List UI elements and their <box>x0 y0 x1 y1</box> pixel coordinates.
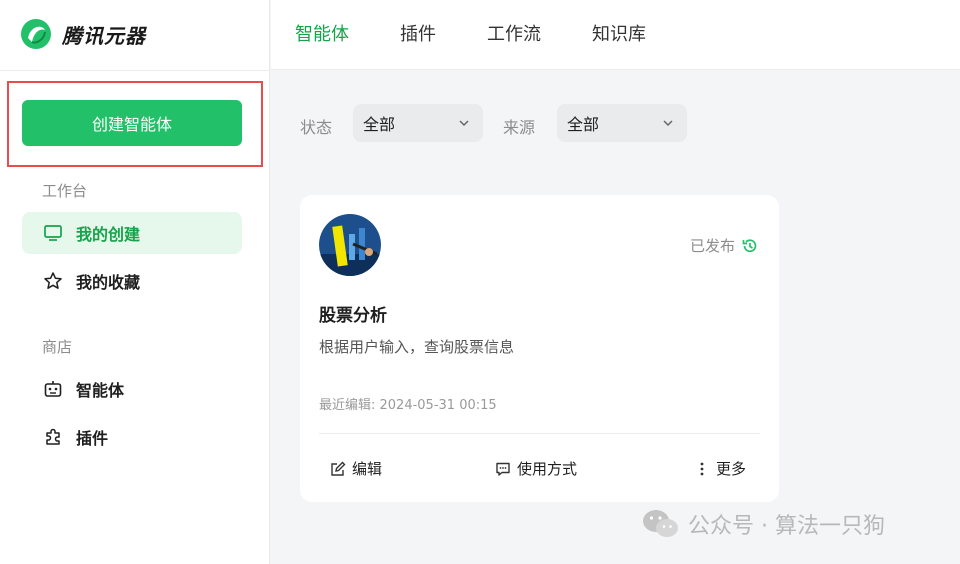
tab-agents[interactable]: 智能体 <box>295 20 349 46</box>
robot-icon <box>42 378 64 400</box>
sidebar-item-plugins[interactable]: 插件 <box>22 416 242 458</box>
sidebar-item-my-creations[interactable]: 我的创建 <box>22 212 242 254</box>
app-logo[interactable]: 腾讯元器 <box>20 16 146 52</box>
watermark: 公众号 · 算法一只狗 <box>642 508 885 540</box>
watermark-text: 公众号 · 算法一只狗 <box>688 514 885 539</box>
history-icon[interactable] <box>741 237 759 255</box>
more-vertical-icon <box>700 462 704 475</box>
usage-button[interactable]: 使用方式 <box>495 458 577 479</box>
more-button[interactable]: 更多 <box>694 458 746 479</box>
agent-title: 股票分析 <box>319 306 387 326</box>
tab-workflows[interactable]: 工作流 <box>487 20 541 46</box>
message-icon <box>496 462 510 476</box>
app-logo-icon <box>21 19 51 49</box>
create-agent-button[interactable]: 创建智能体 <box>22 100 242 146</box>
card-divider <box>319 433 760 434</box>
last-edited-time: 最近编辑: 2024-05-31 00:15 <box>319 398 497 413</box>
sidebar-item-my-favorites[interactable]: 我的收藏 <box>22 260 242 302</box>
sidebar-item-label: 智能体 <box>76 381 125 400</box>
star-icon <box>42 270 64 292</box>
tab-plugins[interactable]: 插件 <box>400 20 436 46</box>
monitor-icon <box>42 222 64 244</box>
status-filter-select[interactable]: 全部 <box>353 104 483 142</box>
source-filter-select[interactable]: 全部 <box>557 104 687 142</box>
agent-card[interactable]: 已发布 股票分析 根据用户输入，查询股票信息 最近编辑: 2024-05-31 … <box>300 195 779 502</box>
chevron-down-icon <box>663 120 673 127</box>
filter-label-status: 状态 <box>300 118 333 137</box>
sidebar-item-label: 我的创建 <box>76 225 141 244</box>
app-name: 腾讯元器 <box>62 23 146 48</box>
source-filter-value: 全部 <box>567 115 600 134</box>
agent-description: 根据用户输入，查询股票信息 <box>319 338 515 356</box>
filter-label-source: 来源 <box>503 118 536 137</box>
puzzle-icon <box>42 426 64 448</box>
publish-status: 已发布 <box>690 235 759 256</box>
edit-button[interactable]: 编辑 <box>330 458 382 479</box>
section-label-store: 商店 <box>42 338 73 356</box>
sidebar: 腾讯元器 创建智能体 工作台 我的创建 我的收藏 商店 智能体 插件 <box>0 0 270 564</box>
top-tab-bar: 智能体 插件 工作流 知识库 <box>271 0 960 70</box>
stock-chart-avatar-image <box>319 214 381 276</box>
more-label: 更多 <box>716 460 747 478</box>
tab-knowledge-base[interactable]: 知识库 <box>592 20 646 46</box>
edit-label: 编辑 <box>352 460 383 478</box>
publish-status-text: 已发布 <box>689 237 735 255</box>
sidebar-item-label: 我的收藏 <box>76 273 141 292</box>
chevron-down-icon <box>459 120 469 127</box>
sidebar-divider <box>0 70 270 71</box>
wechat-icon <box>643 510 678 537</box>
edit-icon <box>331 461 346 476</box>
status-filter-value: 全部 <box>363 115 396 134</box>
sidebar-item-agents[interactable]: 智能体 <box>22 368 242 410</box>
section-label-workspace: 工作台 <box>42 182 88 200</box>
sidebar-item-label: 插件 <box>76 429 109 448</box>
agent-avatar <box>319 214 381 276</box>
usage-label: 使用方式 <box>517 460 578 478</box>
